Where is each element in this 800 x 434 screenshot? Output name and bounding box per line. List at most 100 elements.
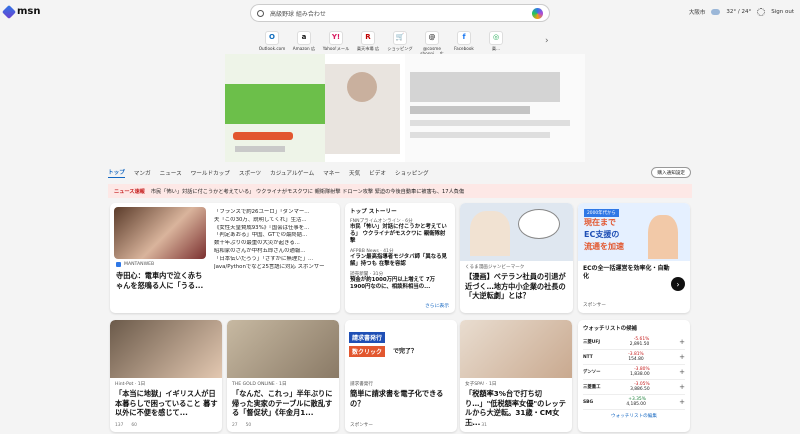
news-list-item[interactable]: 《女性天皇賛成93%》『国会は仕事を... [214,225,336,233]
more-icon: ◎ [489,31,503,45]
watchlist-row[interactable]: デンソー -3.80% 1,838.00 + [583,365,685,380]
quick-link-label: Facebook [454,46,474,51]
see-more-link[interactable]: さらに表示 [425,302,449,309]
stock-values: +3.35% 4,185.00 [626,397,646,407]
nav-tab[interactable]: ニュース [160,169,182,177]
ad-banner-line4: 流通を加速 [584,242,624,251]
nav-tab[interactable]: ビデオ [369,169,386,177]
nav-tab[interactable]: ワールドカップ [191,169,230,177]
nav-tab[interactable]: ショッピング [395,169,429,177]
search-input[interactable]: 高級野球 組み合わせ [270,9,526,18]
story-item[interactable]: FNNプライムオンライン · 6分 市民「怖い」対話に付こうかと考えている」 ウク… [350,218,450,245]
manga-card[interactable]: くるま漫画ジャンビーマーク 【漫画】ベテラン社員の引退が近づく…地方中小企業の社… [460,203,573,313]
breaking-news-bar[interactable]: ニュース速報 市民「怖い」対話に付こうかと考えている」 ウクライナがモスクワに … [108,184,692,198]
stock-name: SBG [583,399,594,405]
feed-sponsor: スポンサー [350,423,373,428]
hero-carousel[interactable] [225,54,585,162]
stock-price: 154.80 [628,357,644,362]
msn-logo[interactable]: msn [1,4,41,19]
nav-tab[interactable]: スポーツ [239,169,261,177]
feed-card[interactable]: 請求書発行 数クリック で完了？ 請求書発行 簡単に請求書を電子化できるの？ スポンサー [345,320,457,432]
nav-tab[interactable]: マネー [323,169,340,177]
temperature-text[interactable]: 32° / 24° [726,9,751,15]
nav-tab[interactable]: トップ [108,168,125,178]
news-list-item[interactable]: 「日本伝いだろう」「さすがに無理だ」... [214,256,336,264]
news-list-item[interactable]: 「判定あおる」中国、GTでの最終結... [214,232,336,240]
like-count[interactable]: 140 [465,423,473,428]
nav-tab[interactable]: カジュアルゲーム [270,169,314,177]
ad-banner-line1: 請求書発行 [349,332,386,343]
quick-link[interactable]: R 楽天市場 広 [354,31,382,56]
story-item[interactable]: 読売新聞 · 31分 預金が約1000万円以上増えて 7万1900円なのに、相談料… [350,271,450,291]
add-icon[interactable]: + [679,398,685,406]
news-card[interactable]: MANTANWEB 寺田心：電車内で泣く赤ちゃんを怒鳴る人に「うる... 「フラ… [110,203,340,313]
quick-link[interactable]: 🛒 ショッピング [386,31,414,56]
header-right: 大阪市 32° / 24° Sign out [689,8,794,16]
watchlist-row[interactable]: SBG +3.35% 4,185.00 + [583,395,685,410]
feed-title[interactable]: 「なんだ、これっ」半年ぶりに帰った実家のテーブルに散乱する「督促状」《年金月1.… [232,389,336,418]
nav-tab[interactable]: 天気 [349,169,360,177]
ad-card[interactable]: 2000年代から 現在まで EC支援の 流通を加速 ECの全一括運営を効率化・自… [578,203,690,313]
feed-card[interactable]: 女子SPA! · 1日 「税額率3%台で打ち切り…」"低税額率女優"のレッテルから… [460,320,572,432]
watchlist-row[interactable]: NTT -3.81% 154.80 + [583,350,685,365]
news-list-item[interactable]: 「フランスで約26ユーロ」「ダンマー... [214,209,336,217]
copilot-icon[interactable] [532,7,543,19]
news-list-item[interactable]: Java/Pythonでなど25言語に対応 スポンサー [214,264,336,272]
quick-link-label: 楽天市場 広 [356,46,380,51]
quick-link[interactable]: O Outlook.com [258,31,286,56]
ad-title[interactable]: ECの全一括運営を効率化・自動化 [583,265,673,281]
quick-link[interactable]: f Facebook [450,31,478,56]
news-list-item[interactable]: 昭和家のさんが中村五郎さんの通報... [214,248,336,256]
ad-banner-line3: EC支援の [584,230,620,239]
weather-cloud-icon [711,9,721,15]
breaking-news-text[interactable]: 市民「怖い」対話に付こうかと考えている」 ウクライナがモスクワに 親衛隊射撃 ド… [151,188,464,195]
cosme-icon: @ [425,31,439,45]
location-text[interactable]: 大阪市 [689,8,706,16]
quick-link[interactable]: Y! Yahoo!メール [322,31,350,56]
ad-banner-line1: 2000年代から [584,209,619,217]
add-icon[interactable]: + [679,353,685,361]
story-item[interactable]: AFPBB News · 41分 イラン最高指導者モジタバ師「異なる見解」持つも … [350,248,450,268]
add-icon[interactable]: + [679,338,685,346]
breaking-news-label: ニュース速報 [114,188,145,195]
gear-icon[interactable] [757,8,766,16]
comment-count[interactable]: 50 [246,423,252,428]
search-bar[interactable]: 高級野球 組み合わせ [250,4,550,22]
news-photo[interactable] [114,207,206,259]
news-list-item[interactable]: 夫「この30万、説明してくれ」生活... [214,217,336,225]
chevron-right-icon[interactable]: › [545,36,549,46]
feed-card[interactable]: THE GOLD ONLINE · 1日 「なんだ、これっ」半年ぶりに帰った実家の… [227,320,339,432]
signin-link[interactable]: Sign out [771,9,794,15]
quick-link[interactable]: @@cosme shoppi... 広 [418,31,446,56]
nav-tab[interactable]: マンガ [134,169,151,177]
comment-count[interactable]: 31 [481,423,487,428]
outlook-icon: O [265,31,279,45]
news-title[interactable]: 寺田心：電車内で泣く赤ちゃんを怒鳴る人に「うる... [116,271,208,290]
like-count[interactable]: 137 [115,423,123,428]
quick-link[interactable]: a Amazon 広 [290,31,318,56]
stock-name: デンソー [583,370,601,375]
like-count[interactable]: 27 [232,423,238,428]
stock-values: -3.05% 3,886.50 [630,382,650,392]
news-list-item[interactable]: 数十年ぶりの最重の大災が起きる... [214,240,336,248]
top-stories-header: トップ ストーリー [350,209,397,215]
comment-count[interactable]: 60 [131,423,137,428]
source-logo-icon [116,262,121,267]
watchlist-row[interactable]: 三菱UFJ -5.61% 2,891.50 + [583,335,685,350]
watchlist-edit-link[interactable]: ウォッチリストの編集 [583,413,685,419]
quick-link[interactable]: ◎ 楽... [482,31,510,56]
add-icon[interactable]: + [679,383,685,391]
story-title[interactable]: 預金が約1000万円以上増えて 7万1900円なのに、相談料相当の... [350,277,450,291]
follow-button[interactable]: 購入通知設定 [651,167,691,178]
chevron-right-icon[interactable]: › [671,277,685,291]
feed-card[interactable]: Hint-Pot · 1日 「本当に地獄」イギリス人が日本暮らしで困っていること … [110,320,222,432]
story-title[interactable]: イラン最高指導者モジタバ師「異なる見解」持つも 在撃を容認 [350,254,450,268]
watchlist-row[interactable]: 三菱重工 -3.05% 3,886.50 + [583,380,685,395]
feed-title[interactable]: 簡単に請求書を電子化できるの？ [350,389,454,408]
manga-title[interactable]: 【漫画】ベテラン社員の引退が近づく…地方中小企業の社長の「大逆転劇」とは？ [465,272,569,301]
ad-banner: 2000年代から 現在まで EC支援の 流通を加速 [578,203,690,261]
story-title[interactable]: 市民「怖い」対話に付こうかと考えている」 ウクライナがモスクワに 親衛隊射撃 [350,224,450,245]
add-icon[interactable]: + [679,368,685,376]
quick-link-label: ショッピング [387,46,413,51]
feed-title[interactable]: 「本当に地獄」イギリス人が日本暮らしで困っていること 暮す以外に不便を感じて..… [115,389,219,418]
